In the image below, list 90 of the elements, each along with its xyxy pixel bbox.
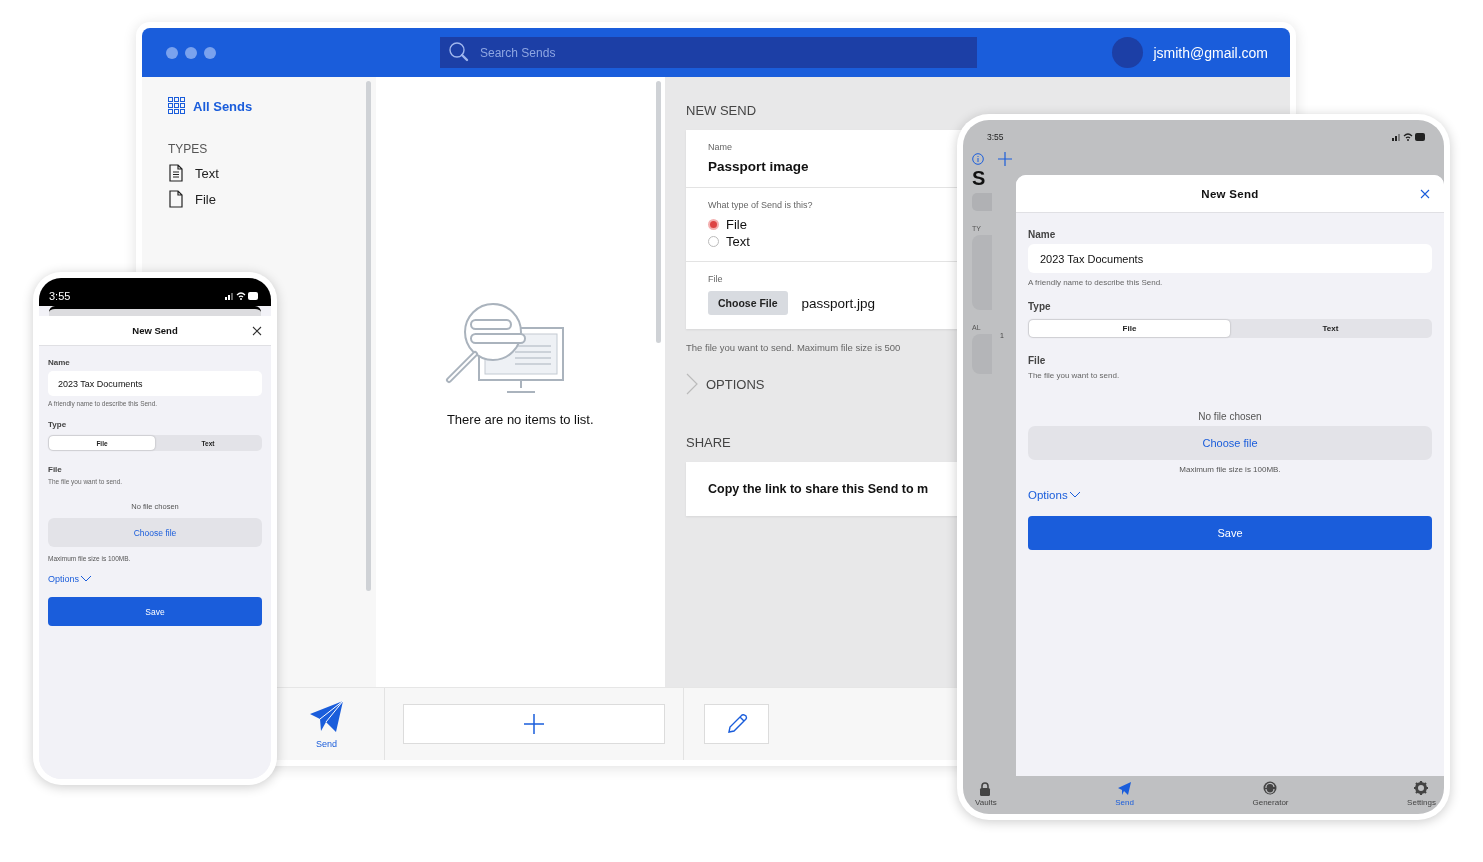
plus-icon xyxy=(523,713,545,735)
choose-file-button[interactable]: Choose File xyxy=(708,291,788,315)
name-value[interactable]: Passport image xyxy=(708,159,809,175)
field-label: File xyxy=(708,274,723,284)
field-label: What type of Send is this? xyxy=(708,200,813,210)
account-email[interactable]: jsmith@gmail.com xyxy=(1153,44,1268,61)
scrollbar-thumb[interactable] xyxy=(656,81,661,343)
chevron-down-icon xyxy=(80,575,93,583)
tab-label[interactable]: Generator xyxy=(1252,798,1289,807)
grid-icon xyxy=(168,97,186,115)
tab-label[interactable]: Settings xyxy=(1407,798,1436,807)
nav-tab[interactable]: Send xyxy=(309,688,344,760)
name-field[interactable]: 2023 Tax Documents xyxy=(48,371,262,396)
all-sends-item[interactable]: All Sends xyxy=(168,97,253,115)
status-time: 3:55 xyxy=(987,132,1004,142)
file-status: No file chosen xyxy=(1197,411,1263,422)
window-control-dot[interactable] xyxy=(204,46,216,59)
helper-text: A friendly name to describe this Send. xyxy=(1028,278,1164,287)
sheet-title: New Send xyxy=(1201,187,1259,200)
field-label: Name xyxy=(1028,229,1057,240)
tab-label[interactable]: Vaults xyxy=(975,798,997,807)
field-label: Name xyxy=(48,358,71,367)
status-icons xyxy=(225,291,259,301)
add-button[interactable] xyxy=(403,704,665,744)
refresh-circle-icon xyxy=(1263,781,1278,796)
save-button[interactable]: Save xyxy=(48,597,262,626)
scrollbar-thumb[interactable] xyxy=(365,81,371,591)
options-link[interactable]: Options xyxy=(48,574,93,584)
tab-bar-item[interactable]: Vaults xyxy=(975,776,997,812)
tab-bar-item[interactable]: Settings xyxy=(1407,776,1436,812)
section-heading: SHARE xyxy=(686,435,731,450)
type-item[interactable]: Text xyxy=(168,164,219,182)
type-label[interactable]: File xyxy=(195,191,216,207)
options-toggle[interactable]: OPTIONS xyxy=(686,373,765,395)
status-icons xyxy=(1392,132,1426,142)
status-time: 3:55 xyxy=(49,290,71,302)
window-control-dot[interactable] xyxy=(185,46,197,59)
info-icon xyxy=(972,153,984,165)
all-sends-label[interactable]: All Sends xyxy=(193,98,253,114)
file-name: passport.jpg xyxy=(801,295,876,311)
share-text: Copy the link to share this Send to m xyxy=(708,482,929,496)
paper-plane-icon xyxy=(1117,781,1133,796)
tab-bar-item[interactable]: Generator xyxy=(1252,776,1289,812)
field-label: File xyxy=(1028,355,1047,366)
type-item[interactable]: File xyxy=(168,190,216,208)
helper-text: Maximum file size is 100MB. xyxy=(1178,465,1282,474)
field-label: Type xyxy=(48,420,68,429)
chevron-right-icon xyxy=(686,373,698,395)
page-title: S xyxy=(972,167,987,190)
chevron-down-icon xyxy=(1068,491,1081,499)
field-label: File xyxy=(48,465,63,474)
save-button[interactable]: Save xyxy=(1028,516,1432,550)
choose-file-button[interactable]: Choose file xyxy=(1028,426,1432,460)
pencil-icon xyxy=(725,713,748,735)
segment-option[interactable]: File xyxy=(1029,320,1230,337)
paper-plane-icon xyxy=(309,699,344,733)
nav-label[interactable]: Send xyxy=(316,738,337,749)
section-heading: NEW SEND xyxy=(686,103,757,118)
search-icon xyxy=(448,41,470,63)
choose-file-button[interactable]: Choose file xyxy=(48,518,262,547)
field-label: Type xyxy=(1028,301,1052,312)
options-link-label[interactable]: Options xyxy=(48,574,80,584)
helper-text: The file you want to send. Maximum file size is 500 xyxy=(686,342,902,353)
window-control-dot[interactable] xyxy=(166,46,178,59)
close-icon xyxy=(252,325,262,336)
tab-bar-item[interactable]: Send xyxy=(1115,776,1134,812)
type-label[interactable]: Text xyxy=(195,165,219,181)
text-document-icon xyxy=(168,164,184,182)
edit-button[interactable] xyxy=(704,704,769,744)
tab-label[interactable]: Send xyxy=(1115,798,1134,807)
radio-label[interactable]: Text xyxy=(726,234,750,249)
settings-icon xyxy=(1414,781,1430,796)
radio-label[interactable]: File xyxy=(726,217,747,232)
segment-option[interactable]: Text xyxy=(1230,320,1431,337)
name-field[interactable]: 2023 Tax Documents xyxy=(1028,244,1432,273)
plus-icon xyxy=(998,152,1012,166)
search-field[interactable]: Search Sends xyxy=(440,37,977,68)
avatar[interactable] xyxy=(1112,37,1144,68)
radio-button[interactable] xyxy=(708,219,719,230)
options-link-label[interactable]: Options xyxy=(1028,489,1068,501)
sheet-title: New Send xyxy=(132,325,178,336)
radio-button[interactable] xyxy=(708,236,719,247)
close-icon xyxy=(1420,188,1430,199)
section-heading: TYPES xyxy=(168,142,209,156)
field-label: Name xyxy=(708,142,732,152)
helper-text: The file you want to send. xyxy=(1028,371,1121,380)
options-label[interactable]: OPTIONS xyxy=(706,376,765,392)
options-link[interactable]: Options xyxy=(1028,489,1081,501)
document-icon xyxy=(168,190,184,208)
empty-message: There are no items to list. xyxy=(446,412,594,427)
